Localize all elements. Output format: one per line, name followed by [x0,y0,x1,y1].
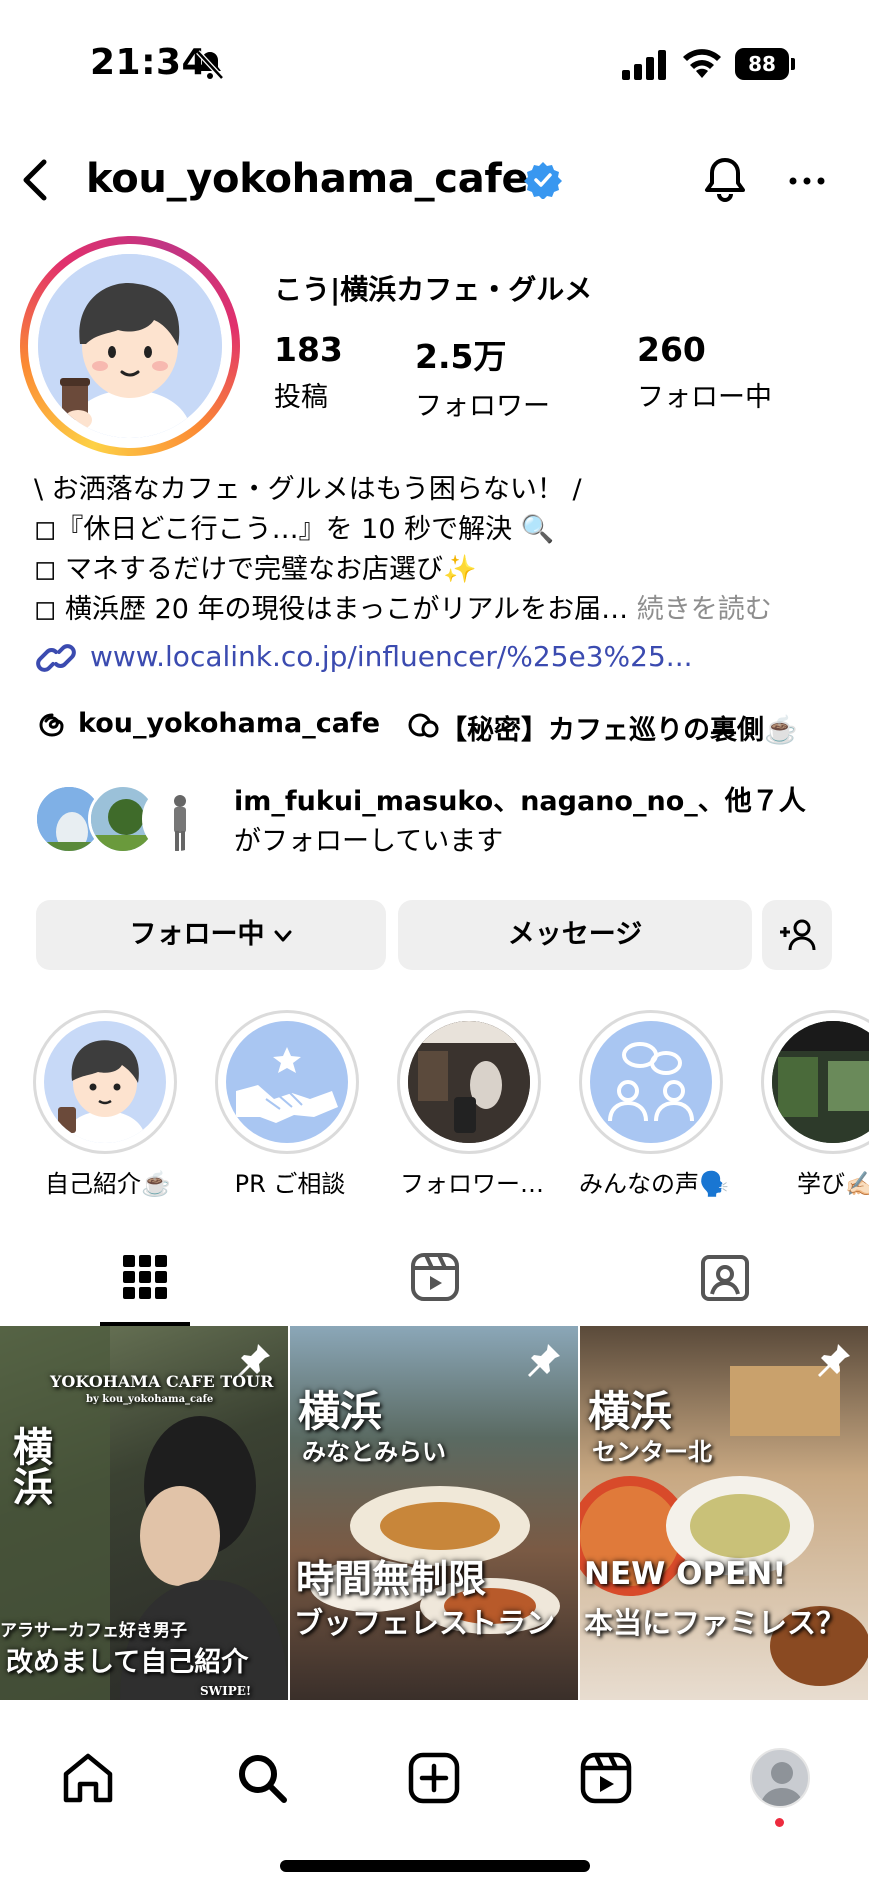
display-name: こう|横浜カフェ・グルメ [274,273,593,306]
threads-icon [39,713,64,737]
followers-count: 2.5万 [415,337,507,376]
read-more-link[interactable]: 続きを読む [637,594,772,625]
more-options-icon[interactable] [784,166,830,196]
tab-reels[interactable] [290,1236,580,1326]
bio-line: ◻︎『休日どこ行こう…』を 10 秒で解決 🔍 [34,514,555,545]
threads-badge[interactable]: kou_yokohama_cafe 【秘密】カフェ巡りの裏側☕️ [36,706,856,746]
highlight-label: 自己紹介☕️ [45,1170,171,1198]
follower-avatar [142,784,212,854]
pin-icon [818,1344,850,1377]
highlight-label: PR ご相談 [234,1170,346,1198]
avatar-illustration [38,254,222,438]
highlight-label: フォロワー… [400,1170,544,1198]
search-icon[interactable] [234,1750,290,1806]
bio-line-last: ◻︎ 横浜歴 20 年の現役はまっこがリアルをお届… 続きを読む [34,594,772,625]
status-bar: 21:34 88 [0,0,869,120]
followed-by-text: im_fukui_masuko、nagano_no_、他７人 がフォローしていま… [234,786,806,857]
user-avatar-icon [760,1762,804,1806]
profile-username: kou_yokohama_cafe [86,156,529,202]
following-count: 260 [637,330,706,369]
followers-label: フォロワー [415,391,550,422]
bio-line: ◻︎ マネするだけで完璧なお店選び✨ [34,554,477,585]
cellular-signal-icon [622,50,666,80]
grid-icon [123,1255,167,1299]
highlight-pr[interactable]: PR ご相談 [212,1010,362,1199]
link-url: www.localink.co.jp/influencer/%25e3%25..… [90,640,693,673]
bio-line: \ お洒落なカフェ・グルメはもう困らない！ / [34,474,582,505]
profile-avatar[interactable] [20,236,240,456]
add-person-icon [780,919,816,951]
cartoon-boy-icon [44,1021,166,1143]
stat-followers[interactable]: 2.5万 フォロワー [415,330,550,423]
posts-grid: YOKOHAMA CAFE TOUR by kou_yokohama_cafe … [0,1326,869,1700]
post-tile[interactable]: 横浜 センター北 NEW OPEN! 本当にファミレス？ [580,1326,868,1700]
suggest-user-button[interactable] [762,900,832,970]
pin-icon [528,1344,560,1377]
create-post-icon[interactable] [406,1750,462,1806]
threads-post-text: 【秘密】カフェ巡りの裏側☕️ [440,715,798,746]
wifi-icon [683,49,721,78]
highlight-followers[interactable]: フォロワー… [394,1010,544,1199]
tab-posts-grid[interactable] [0,1236,290,1326]
post-tile[interactable]: YOKOHAMA CAFE TOUR by kou_yokohama_cafe … [0,1326,288,1700]
cartoon-boy-icon [38,254,222,438]
highlight-voices[interactable]: みんなの声🗣️ [576,1010,729,1199]
highlight-photo [408,1021,530,1143]
reels-nav-icon[interactable] [578,1750,634,1806]
following-label: フォロー中 [637,382,772,413]
verified-badge-icon [524,162,562,199]
home-indicator [280,1860,590,1872]
highlight-intro[interactable]: 自己紹介☕️ [30,1010,180,1199]
tab-tagged[interactable] [580,1236,869,1326]
content-tabs [0,1236,869,1326]
post-tile[interactable]: 横浜 みなとみらい 時間無制限 ブッフェレストラン [290,1326,578,1700]
profile-header: kou_yokohama_cafe [0,140,869,220]
bottom-navigation [0,1700,869,1884]
threads-post-bubble-icon [408,713,439,738]
battery-level: 88 [735,48,789,80]
stat-posts[interactable]: 183 投稿 [274,330,343,414]
highlight-learning[interactable]: 学び✍🏻 [758,1010,869,1199]
battery-indicator: 88 [735,48,795,80]
tagged-person-icon [701,1255,749,1301]
people-chat-icon [590,1021,712,1143]
highlight-photo [772,1021,869,1143]
highlight-label: みんなの声🗣️ [579,1170,729,1198]
followed-by[interactable]: im_fukui_masuko、nagano_no_、他７人 がフォローしていま… [34,782,864,862]
following-button[interactable]: フォロー中 [36,900,386,970]
stat-following[interactable]: 260 フォロー中 [637,330,772,414]
threads-username: kou_yokohama_cafe [78,708,381,739]
handshake-icon [226,1021,348,1143]
posts-count: 183 [274,330,343,369]
profile-bio: \ お洒落なカフェ・グルメはもう困らない！ / ◻︎『休日どこ行こう…』を 10… [34,470,854,630]
reels-icon [411,1253,459,1301]
posts-label: 投稿 [274,382,328,413]
chevron-down-icon [274,930,291,941]
profile-nav-avatar[interactable] [750,1748,810,1808]
status-time: 21:34 [90,42,208,83]
notification-bell-icon[interactable] [700,154,750,206]
highlight-label: 学び✍🏻 [797,1170,869,1198]
bell-slash-icon [196,50,224,80]
back-arrow-icon[interactable] [14,154,54,206]
notification-dot [775,1818,784,1827]
message-button[interactable]: メッセージ [398,900,752,970]
story-highlights: 自己紹介☕️ PR ご相談 フォロワー… みんなの声🗣️ 学び✍🏻 [0,1010,869,1210]
link-icon [36,644,76,672]
home-icon[interactable] [60,1750,116,1806]
